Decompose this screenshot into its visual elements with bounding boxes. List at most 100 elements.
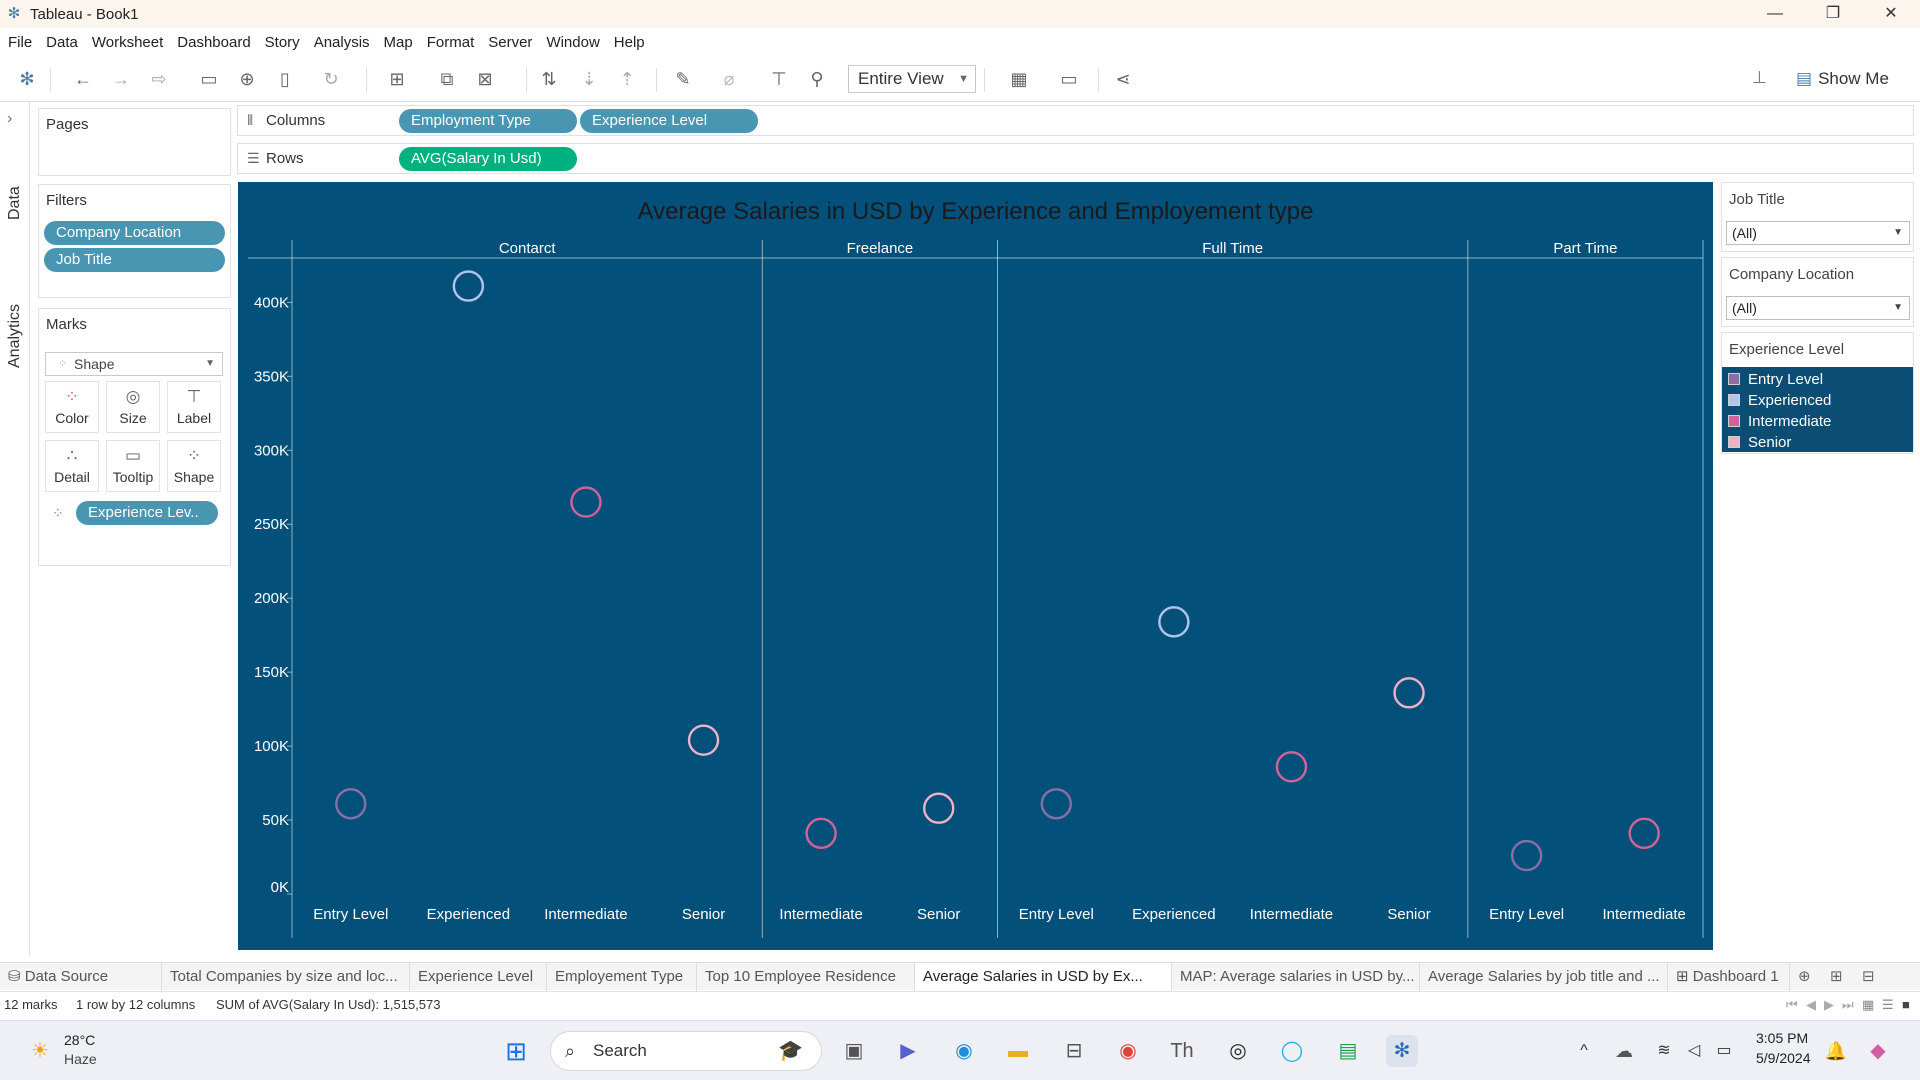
highlight-icon[interactable]: ✎ bbox=[670, 66, 696, 92]
dell-icon[interactable]: ◎ bbox=[1222, 1035, 1254, 1067]
tab-sheet[interactable]: Top 10 Employee Residence bbox=[697, 963, 915, 991]
volume-icon[interactable]: ◁ bbox=[1678, 1035, 1710, 1067]
edge-icon[interactable]: ◉ bbox=[948, 1035, 980, 1067]
sort-ascending-icon[interactable]: ⇣ bbox=[576, 66, 602, 92]
tableau-taskbar-icon[interactable]: ✻ bbox=[1386, 1035, 1418, 1067]
analytics-tab[interactable]: Analytics bbox=[6, 304, 24, 368]
filmstrip-view-icon[interactable]: ■ bbox=[1902, 997, 1910, 1012]
spreadsheet-app-icon[interactable]: ▤ bbox=[1332, 1035, 1364, 1067]
filter-pill-job-title[interactable]: Job Title bbox=[44, 248, 225, 272]
legend-item[interactable]: Experienced bbox=[1728, 390, 1831, 410]
menu-analysis[interactable]: Analysis bbox=[314, 34, 370, 51]
expand-chevron-icon[interactable]: › bbox=[7, 110, 12, 128]
tab-sheet-active[interactable]: Average Salaries in USD by Ex... bbox=[915, 963, 1172, 991]
legend-item[interactable]: Intermediate bbox=[1728, 411, 1831, 431]
new-worksheet-icon[interactable]: ⊞ bbox=[384, 66, 410, 92]
mark-type-dropdown[interactable]: ⁘ Shape ▼ bbox=[45, 352, 223, 376]
legend-item[interactable]: Entry Level bbox=[1728, 369, 1823, 389]
menu-worksheet[interactable]: Worksheet bbox=[92, 34, 163, 51]
undo-icon[interactable]: ← bbox=[70, 66, 96, 92]
detail-button[interactable]: ∴ Detail bbox=[45, 440, 99, 492]
weather-icon[interactable]: ☀ bbox=[24, 1035, 56, 1067]
menu-map[interactable]: Map bbox=[384, 34, 413, 51]
notification-icon[interactable]: 🔔 bbox=[1820, 1035, 1852, 1067]
show-mark-labels-icon[interactable]: ⊤ bbox=[766, 66, 792, 92]
restore-button[interactable]: ❐ bbox=[1804, 0, 1862, 28]
filter-pill-company-location[interactable]: Company Location bbox=[44, 221, 225, 245]
sort-descending-icon[interactable]: ⇡ bbox=[614, 66, 640, 92]
job-title-filter-select[interactable]: (All) ▼ bbox=[1726, 221, 1910, 245]
color-button[interactable]: ⁘ Color bbox=[45, 381, 99, 433]
alexa-icon[interactable]: ◯ bbox=[1276, 1035, 1308, 1067]
nav-first-icon[interactable]: ⏮ bbox=[1786, 997, 1798, 1013]
close-button[interactable]: ✕ bbox=[1862, 0, 1920, 28]
clock-date[interactable]: 5/9/2024 bbox=[1756, 1050, 1811, 1066]
new-dashboard-icon[interactable]: ⊞ bbox=[1830, 967, 1843, 985]
battery-icon[interactable]: ▭ bbox=[1708, 1035, 1740, 1067]
menu-server[interactable]: Server bbox=[488, 34, 532, 51]
replay-icon[interactable]: ⇨ bbox=[146, 66, 172, 92]
teams-icon[interactable]: ▶ bbox=[892, 1035, 924, 1067]
color-pill-experience-level[interactable]: Experience Lev.. bbox=[76, 501, 218, 525]
tab-dashboard[interactable]: ⊞ Dashboard 1 bbox=[1668, 963, 1790, 991]
legend-item[interactable]: Senior bbox=[1728, 432, 1791, 452]
redo-icon[interactable]: → bbox=[108, 66, 134, 92]
menu-data[interactable]: Data bbox=[46, 34, 78, 51]
clear-sheet-icon[interactable]: ⊠ bbox=[472, 66, 498, 92]
column-pill-employment-type[interactable]: Employment Type bbox=[399, 109, 577, 133]
swap-rows-columns-icon[interactable]: ⇅ bbox=[536, 66, 562, 92]
row-pill-avg-salary[interactable]: AVG(Salary In Usd) bbox=[399, 147, 577, 171]
column-pill-experience-level[interactable]: Experience Level bbox=[580, 109, 758, 133]
new-worksheet-icon[interactable]: ⊕ bbox=[1798, 967, 1811, 985]
pin-icon[interactable]: ⊥ bbox=[1752, 68, 1767, 88]
windows-start-icon[interactable]: ⊞ bbox=[500, 1035, 532, 1067]
tab-data-source[interactable]: ⛁ Data Source bbox=[0, 963, 162, 991]
nav-last-icon[interactable]: ⏭ bbox=[1842, 997, 1854, 1013]
taskbar-search[interactable]: ⌕ Search 🎓 bbox=[550, 1031, 822, 1071]
group-members-icon[interactable]: ⌀ bbox=[716, 66, 742, 92]
new-story-icon[interactable]: ⊟ bbox=[1862, 967, 1875, 985]
copilot-icon[interactable]: ◆ bbox=[1862, 1035, 1894, 1067]
nav-prev-icon[interactable]: ◀ bbox=[1806, 997, 1816, 1013]
shape-button[interactable]: ⁘ Shape bbox=[167, 440, 221, 492]
show-hidden-icons[interactable]: ^ bbox=[1568, 1035, 1600, 1067]
data-tab[interactable]: Data bbox=[6, 186, 24, 220]
refresh-icon[interactable]: ↻ bbox=[318, 66, 344, 92]
grid-view-icon[interactable]: ▦ bbox=[1862, 997, 1874, 1013]
wifi-icon[interactable]: ≋ bbox=[1648, 1035, 1680, 1067]
tab-sheet[interactable]: Experience Level bbox=[410, 963, 547, 991]
menu-story[interactable]: Story bbox=[265, 34, 300, 51]
list-view-icon[interactable]: ☰ bbox=[1882, 997, 1894, 1013]
minimize-button[interactable]: — bbox=[1746, 0, 1804, 28]
tab-sheet[interactable]: Employement Type bbox=[547, 963, 697, 991]
app-th-icon[interactable]: Th bbox=[1166, 1035, 1198, 1067]
presentation-mode-icon[interactable]: ▭ bbox=[1056, 66, 1082, 92]
task-view-icon[interactable]: ▣ bbox=[838, 1035, 870, 1067]
tooltip-button[interactable]: ▭ Tooltip bbox=[106, 440, 160, 492]
show-cards-icon[interactable]: ▦ bbox=[1006, 66, 1032, 92]
fix-axes-icon[interactable]: ⚲ bbox=[804, 66, 830, 92]
store-icon[interactable]: ⊟ bbox=[1058, 1035, 1090, 1067]
fit-dropdown[interactable]: Entire View ▼ bbox=[848, 65, 976, 93]
onedrive-icon[interactable]: ☁ bbox=[1608, 1035, 1640, 1067]
menu-window[interactable]: Window bbox=[546, 34, 599, 51]
new-datasource-icon[interactable]: ⊕ bbox=[234, 66, 260, 92]
save-icon[interactable]: ▭ bbox=[196, 66, 222, 92]
tab-sheet[interactable]: Average Salaries by job title and ... bbox=[1420, 963, 1668, 991]
file-explorer-icon[interactable]: ▬ bbox=[1002, 1035, 1034, 1067]
tab-sheet[interactable]: MAP: Average salaries in USD by... bbox=[1172, 963, 1420, 991]
share-icon[interactable]: ⋖ bbox=[1110, 66, 1136, 92]
menu-file[interactable]: File bbox=[8, 34, 32, 51]
tableau-home-icon[interactable]: ✻ bbox=[14, 66, 40, 92]
pause-updates-icon[interactable]: ▯ bbox=[272, 66, 298, 92]
nav-next-icon[interactable]: ▶ bbox=[1824, 997, 1834, 1013]
chrome-icon[interactable]: ◉ bbox=[1112, 1035, 1144, 1067]
duplicate-sheet-icon[interactable]: ⧉ bbox=[434, 66, 460, 92]
company-location-filter-select[interactable]: (All) ▼ bbox=[1726, 296, 1910, 320]
menu-help[interactable]: Help bbox=[614, 34, 645, 51]
show-me-button[interactable]: ▤ Show Me bbox=[1796, 66, 1889, 92]
label-button[interactable]: ⊤ Label bbox=[167, 381, 221, 433]
clock-time[interactable]: 3:05 PM bbox=[1756, 1030, 1808, 1046]
size-button[interactable]: ◎ Size bbox=[106, 381, 160, 433]
menu-format[interactable]: Format bbox=[427, 34, 475, 51]
